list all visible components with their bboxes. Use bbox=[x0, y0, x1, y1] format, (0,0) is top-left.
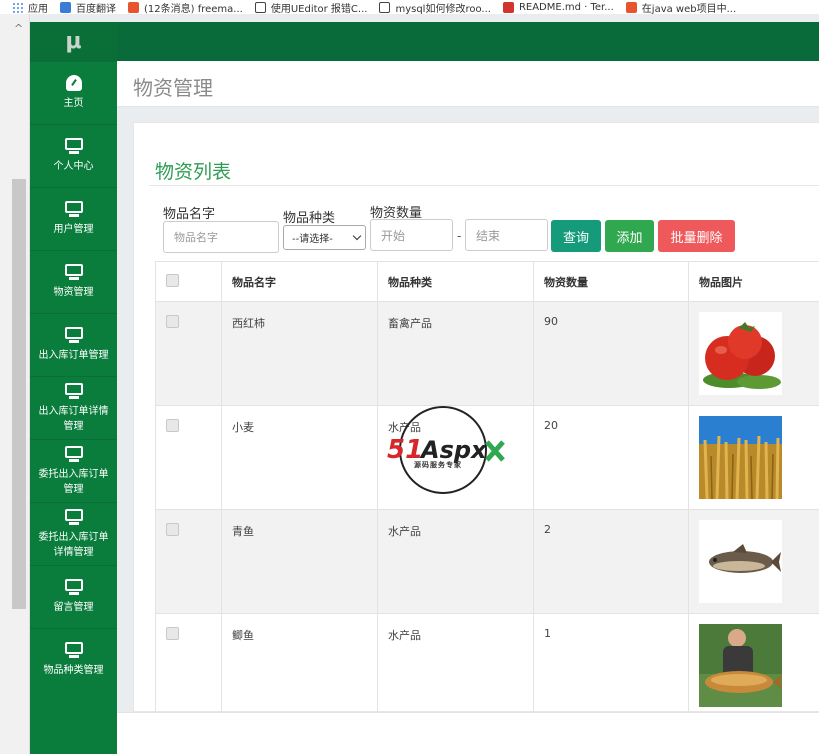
vue-icon bbox=[254, 1, 266, 13]
item-type: 水产品 bbox=[377, 613, 534, 711]
table-row[interactable]: 西红柿 畜禽产品 90 bbox=[155, 301, 819, 406]
sidebar-item-label: 物品种类管理 bbox=[43, 665, 104, 676]
sidebar-item-label: 主页 bbox=[63, 98, 84, 109]
sidebar-item-materials[interactable]: 物资管理 bbox=[30, 250, 117, 313]
name-search-input[interactable]: 物品名字 bbox=[163, 221, 279, 253]
item-qty: 2 bbox=[533, 509, 689, 614]
sidebar-item-messages[interactable]: 留言管理 bbox=[30, 565, 117, 628]
collapse-caret-icon[interactable]: ^ bbox=[14, 22, 23, 35]
monitor-icon bbox=[63, 579, 85, 595]
name-label: 物品名字 bbox=[163, 207, 216, 222]
carp-image bbox=[699, 624, 782, 707]
monitor-icon bbox=[63, 508, 85, 525]
item-name: 鲫鱼 bbox=[221, 613, 378, 711]
row-checkbox[interactable] bbox=[166, 627, 179, 640]
bookmark-freemarker[interactable]: (12条消息) freema... bbox=[128, 0, 243, 14]
batch-delete-button[interactable]: 批量删除 bbox=[658, 220, 735, 252]
baidu-translate-icon bbox=[60, 1, 71, 13]
sidebar-item-consign-order-details[interactable]: 委托出入库订单详情管理 bbox=[30, 502, 117, 565]
watermark-tagline: 源码服务专家 bbox=[414, 461, 462, 469]
devtools-gutter: ^ bbox=[0, 14, 30, 754]
bookmark-mysql[interactable]: mysql如何修改roo... bbox=[379, 0, 491, 14]
item-qty: 20 bbox=[533, 405, 689, 510]
table-row[interactable]: 鲫鱼 水产品 1 bbox=[155, 613, 819, 711]
qty-to-input[interactable]: 结束 bbox=[465, 219, 548, 251]
monitor-icon bbox=[63, 327, 85, 343]
bookmarks-bar: 应用 百度翻译 (12条消息) freema... 使用UEditor 报错C.… bbox=[0, 0, 819, 14]
fish-image bbox=[699, 520, 782, 603]
page-title: 物资管理 bbox=[133, 76, 213, 100]
row-checkbox[interactable] bbox=[166, 419, 179, 432]
item-qty: 1 bbox=[533, 613, 689, 711]
top-header bbox=[117, 22, 819, 61]
monitor-icon bbox=[63, 138, 85, 154]
page-header: 物资管理 bbox=[117, 61, 819, 107]
sidebar-item-stock-order-details[interactable]: 出入库订单详情管理 bbox=[30, 376, 117, 439]
bookmark-baidu-translate[interactable]: 百度翻译 bbox=[60, 0, 116, 14]
apps-grid-icon bbox=[12, 1, 23, 13]
monitor-icon bbox=[63, 201, 85, 217]
sidebar-item-users[interactable]: 用户管理 bbox=[30, 187, 117, 250]
sidebar-item-stock-orders[interactable]: 出入库订单管理 bbox=[30, 313, 117, 376]
sidebar-item-label: 物资管理 bbox=[53, 287, 94, 298]
item-qty: 90 bbox=[533, 301, 689, 406]
item-name: 西红柿 bbox=[221, 301, 378, 406]
card-title: 物资列表 bbox=[155, 161, 232, 183]
sidebar-item-label: 委托出入库订单管理 bbox=[38, 468, 109, 495]
select-all-cell bbox=[155, 261, 222, 302]
column-header[interactable]: 物品名字 bbox=[221, 261, 378, 302]
item-name: 小麦 bbox=[221, 405, 378, 510]
sidebar: μ 主页 个人中心 用户管理 物资管理 出入库订单管理 出入库订单详情管理 委托… bbox=[30, 22, 117, 754]
csdn-icon bbox=[625, 1, 637, 13]
sidebar-item-label: 个人中心 bbox=[53, 161, 94, 172]
watermark-logo: 51 Aspx bbox=[387, 406, 505, 494]
chevron-down-icon bbox=[352, 231, 362, 241]
sidebar-item-label: 用户管理 bbox=[53, 224, 94, 235]
bookmark-apps[interactable]: 应用 bbox=[12, 0, 48, 14]
page-footer bbox=[117, 712, 819, 754]
wheat-image bbox=[699, 416, 782, 500]
tomato-image bbox=[699, 312, 782, 395]
bookmark-java-web[interactable]: 在java web项目中... bbox=[625, 0, 736, 14]
type-select[interactable]: --请选择- bbox=[283, 225, 366, 250]
bookmark-readme[interactable]: README.md · Ter... bbox=[502, 1, 614, 13]
sidebar-item-consign-orders[interactable]: 委托出入库订单管理 bbox=[30, 439, 117, 502]
select-all-checkbox[interactable] bbox=[166, 273, 179, 287]
dashboard-icon bbox=[63, 75, 85, 91]
sidebar-item-label: 委托出入库订单详情管理 bbox=[38, 531, 109, 558]
row-checkbox[interactable] bbox=[166, 315, 179, 328]
sidebar-item-label: 出入库订单详情管理 bbox=[38, 405, 109, 432]
column-header: 物品图片 bbox=[688, 261, 819, 302]
item-name: 青鱼 bbox=[221, 509, 378, 614]
type-label: 物品种类 bbox=[283, 211, 336, 226]
bookmark-ueditor[interactable]: 使用UEditor 报错C... bbox=[254, 0, 367, 14]
table-header-row: 物品名字 物品种类 物资数量 物品图片 bbox=[155, 261, 819, 302]
query-button[interactable]: 查询 bbox=[551, 220, 601, 252]
brand-logo[interactable]: μ bbox=[30, 22, 117, 61]
sidebar-item-home[interactable]: 主页 bbox=[30, 61, 117, 124]
qty-from-input[interactable]: 开始 bbox=[370, 219, 453, 251]
scrollbar[interactable] bbox=[12, 179, 26, 609]
item-type: 畜禽产品 bbox=[377, 301, 534, 406]
monitor-icon bbox=[63, 642, 85, 658]
divider bbox=[149, 185, 819, 186]
column-header[interactable]: 物品种类 bbox=[377, 261, 534, 302]
row-checkbox[interactable] bbox=[166, 523, 179, 536]
sidebar-item-label: 出入库订单管理 bbox=[38, 350, 109, 361]
monitor-icon bbox=[63, 445, 85, 462]
item-type: 水产品 bbox=[377, 509, 534, 614]
csdn-icon bbox=[128, 1, 139, 13]
column-header[interactable]: 物资数量 bbox=[533, 261, 689, 302]
add-button[interactable]: 添加 bbox=[605, 220, 654, 252]
sidebar-item-profile[interactable]: 个人中心 bbox=[30, 124, 117, 187]
sidebar-item-categories[interactable]: 物品种类管理 bbox=[30, 628, 117, 691]
monitor-icon bbox=[63, 264, 85, 280]
qty-range-separator: - bbox=[457, 229, 462, 243]
sidebar-item-label: 留言管理 bbox=[53, 602, 94, 613]
monitor-icon bbox=[63, 382, 85, 399]
gitee-icon bbox=[502, 1, 514, 13]
vue-icon bbox=[379, 1, 391, 13]
table-row[interactable]: 青鱼 水产品 2 bbox=[155, 509, 819, 614]
